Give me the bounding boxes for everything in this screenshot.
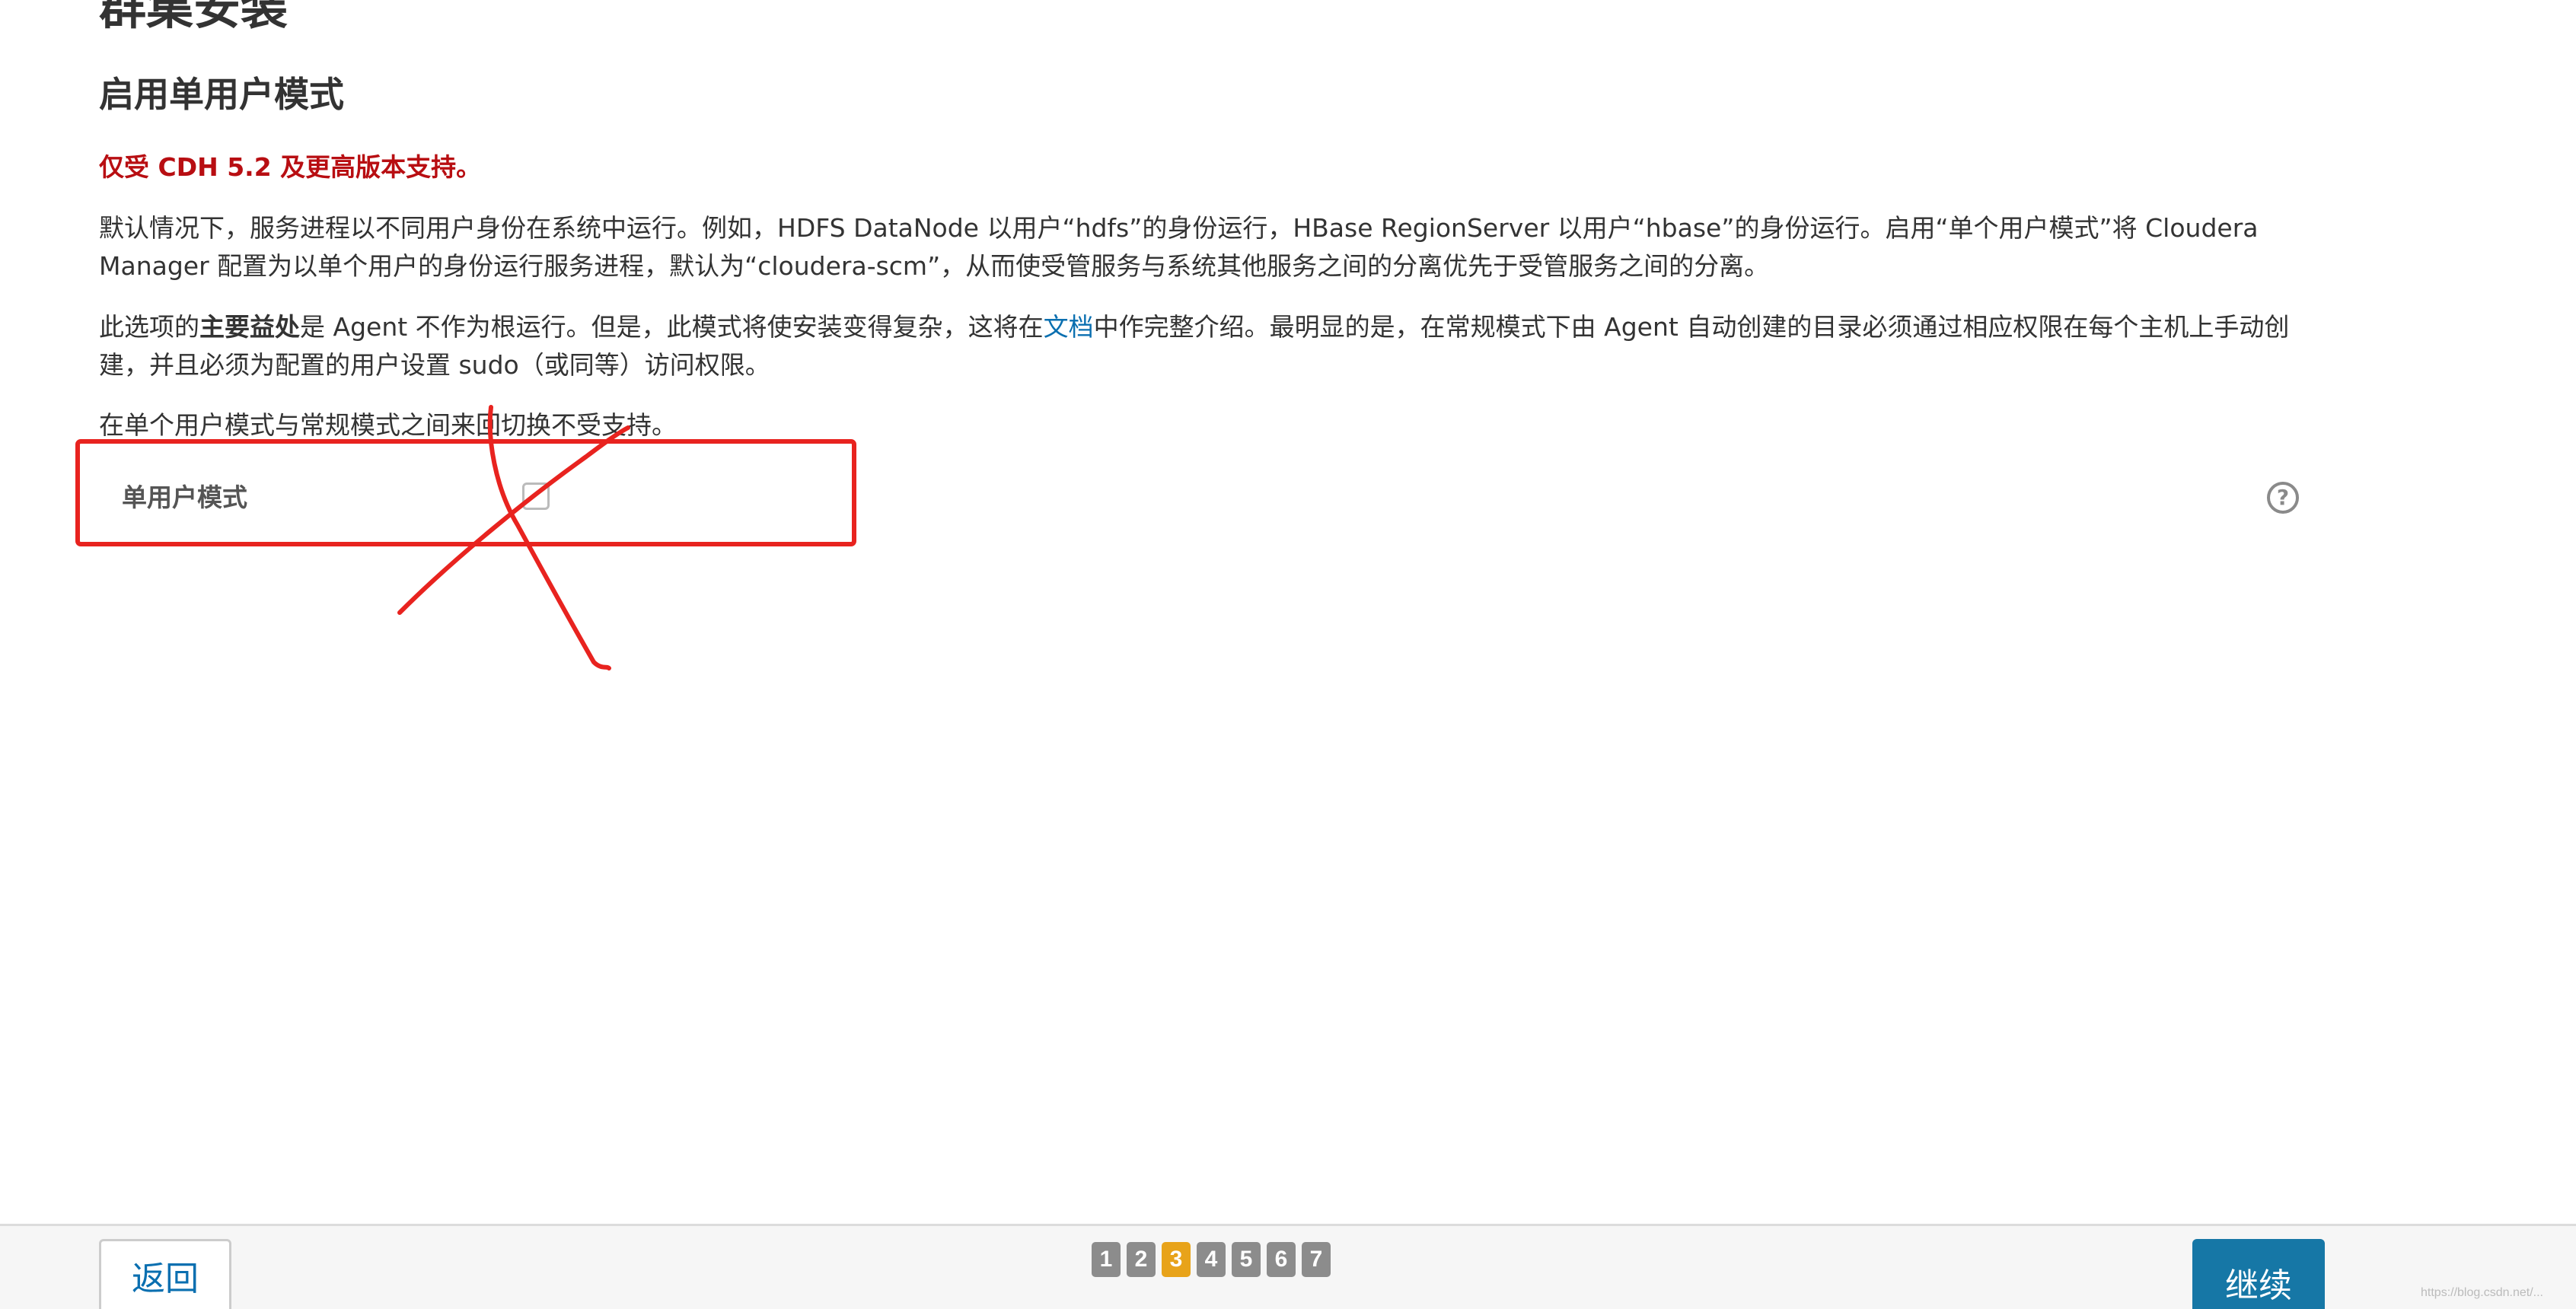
cluster-install-page: 群集安装 启用单用户模式 仅受 CDH 5.2 及更高版本支持。 默认情况下，服… — [0, 0, 2576, 1309]
red-annotation-overlay — [75, 405, 856, 670]
continue-button[interactable]: 继续 — [2192, 1239, 2325, 1309]
wizard-step-indicator: 1 2 3 4 5 6 7 — [1092, 1242, 1331, 1277]
version-warning: 仅受 CDH 5.2 及更高版本支持。 — [99, 152, 482, 182]
help-icon[interactable]: ? — [2267, 482, 2299, 514]
step-7: 7 — [1302, 1242, 1331, 1277]
single-user-mode-label: 单用户模式 — [122, 483, 247, 512]
red-cross-stroke-1 — [397, 425, 630, 615]
description-paragraph-2: 此选项的主要益处是 Agent 不作为根运行。但是，此模式将使安装变得复杂，这将… — [99, 308, 2322, 384]
single-user-mode-checkbox[interactable] — [522, 483, 550, 510]
watermark-text: https://blog.csdn.net/... — [2421, 1286, 2543, 1299]
documentation-link[interactable]: 文档 — [1044, 312, 1094, 342]
back-button[interactable]: 返回 — [99, 1239, 231, 1309]
description-paragraph-1: 默认情况下，服务进程以不同用户身份在系统中运行。例如，HDFS DataNode… — [99, 213, 2259, 281]
step-6: 6 — [1267, 1242, 1296, 1277]
step-1: 1 — [1092, 1242, 1121, 1277]
section-title: 启用单用户模式 — [99, 74, 344, 115]
step-4: 4 — [1197, 1242, 1226, 1277]
page-title: 群集安装 — [99, 0, 289, 35]
p2-text-before: 此选项的 — [99, 312, 199, 342]
description-paragraph-3: 在单个用户模式与常规模式之间来回切换不受支持。 — [99, 410, 677, 440]
step-2: 2 — [1127, 1242, 1156, 1277]
step-3-current: 3 — [1162, 1242, 1191, 1277]
main-benefit-emphasis: 主要益处 — [199, 312, 300, 342]
p2-text-middle: 是 Agent 不作为根运行。但是，此模式将使安装变得复杂，这将在 — [300, 312, 1044, 342]
step-5: 5 — [1232, 1242, 1261, 1277]
red-cross-stroke-2 — [487, 405, 611, 670]
